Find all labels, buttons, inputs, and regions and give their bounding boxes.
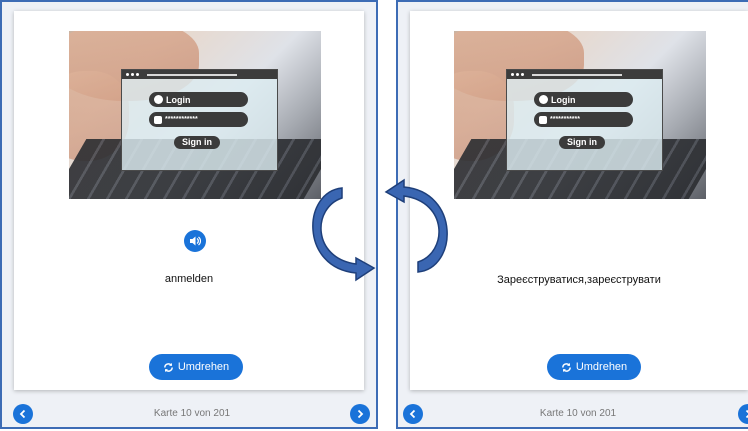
next-card-button[interactable] [350, 404, 370, 424]
user-icon [154, 95, 163, 104]
lock-icon [539, 115, 547, 124]
next-card-button[interactable] [738, 404, 748, 424]
chevron-right-icon [357, 409, 364, 419]
password-field-graphic: *********** [534, 112, 633, 127]
chevron-left-icon [19, 409, 26, 419]
window-titlebar [507, 70, 662, 79]
previous-card-button[interactable] [403, 404, 423, 424]
login-field-graphic: Login [534, 92, 633, 107]
card-counter: Karte 10 von 201 [539, 408, 617, 419]
lock-icon [154, 115, 162, 124]
flashcard-panel-back: Login *********** Sign in Зареєструватис… [396, 0, 748, 429]
user-icon [539, 95, 548, 104]
card-translation: Зареєструватися,зареєструвати [497, 274, 661, 286]
chevron-left-icon [409, 409, 416, 419]
password-field-graphic: ************ [149, 112, 248, 127]
password-mask: ************ [165, 116, 198, 123]
password-mask: *********** [550, 116, 580, 123]
chevron-right-icon [745, 409, 748, 419]
login-label: Login [551, 94, 576, 105]
card-counter: Karte 10 von 201 [153, 408, 231, 419]
login-label: Login [166, 94, 191, 105]
signin-button-graphic: Sign in [559, 136, 605, 149]
window-titlebar [122, 70, 277, 79]
flashcard-back: Login *********** Sign in Зареєструватис… [410, 11, 748, 390]
refresh-icon [561, 362, 571, 372]
speaker-icon [190, 236, 201, 246]
flip-card-button[interactable]: Umdrehen [547, 354, 641, 380]
card-image: Login *********** Sign in [454, 31, 706, 199]
flip-card-button[interactable]: Umdrehen [149, 354, 243, 380]
previous-card-button[interactable] [13, 404, 33, 424]
flip-label: Umdrehen [575, 361, 628, 373]
refresh-icon [163, 362, 173, 372]
login-window-graphic: Login ************ Sign in [121, 69, 278, 171]
play-audio-button[interactable] [184, 230, 206, 252]
login-field-graphic: Login [149, 92, 248, 107]
card-image: Login ************ Sign in [69, 31, 321, 199]
flip-label: Umdrehen [177, 361, 230, 373]
login-window-graphic: Login *********** Sign in [506, 69, 663, 171]
signin-button-graphic: Sign in [174, 136, 220, 149]
flip-cycle-arrows-icon [312, 178, 448, 282]
